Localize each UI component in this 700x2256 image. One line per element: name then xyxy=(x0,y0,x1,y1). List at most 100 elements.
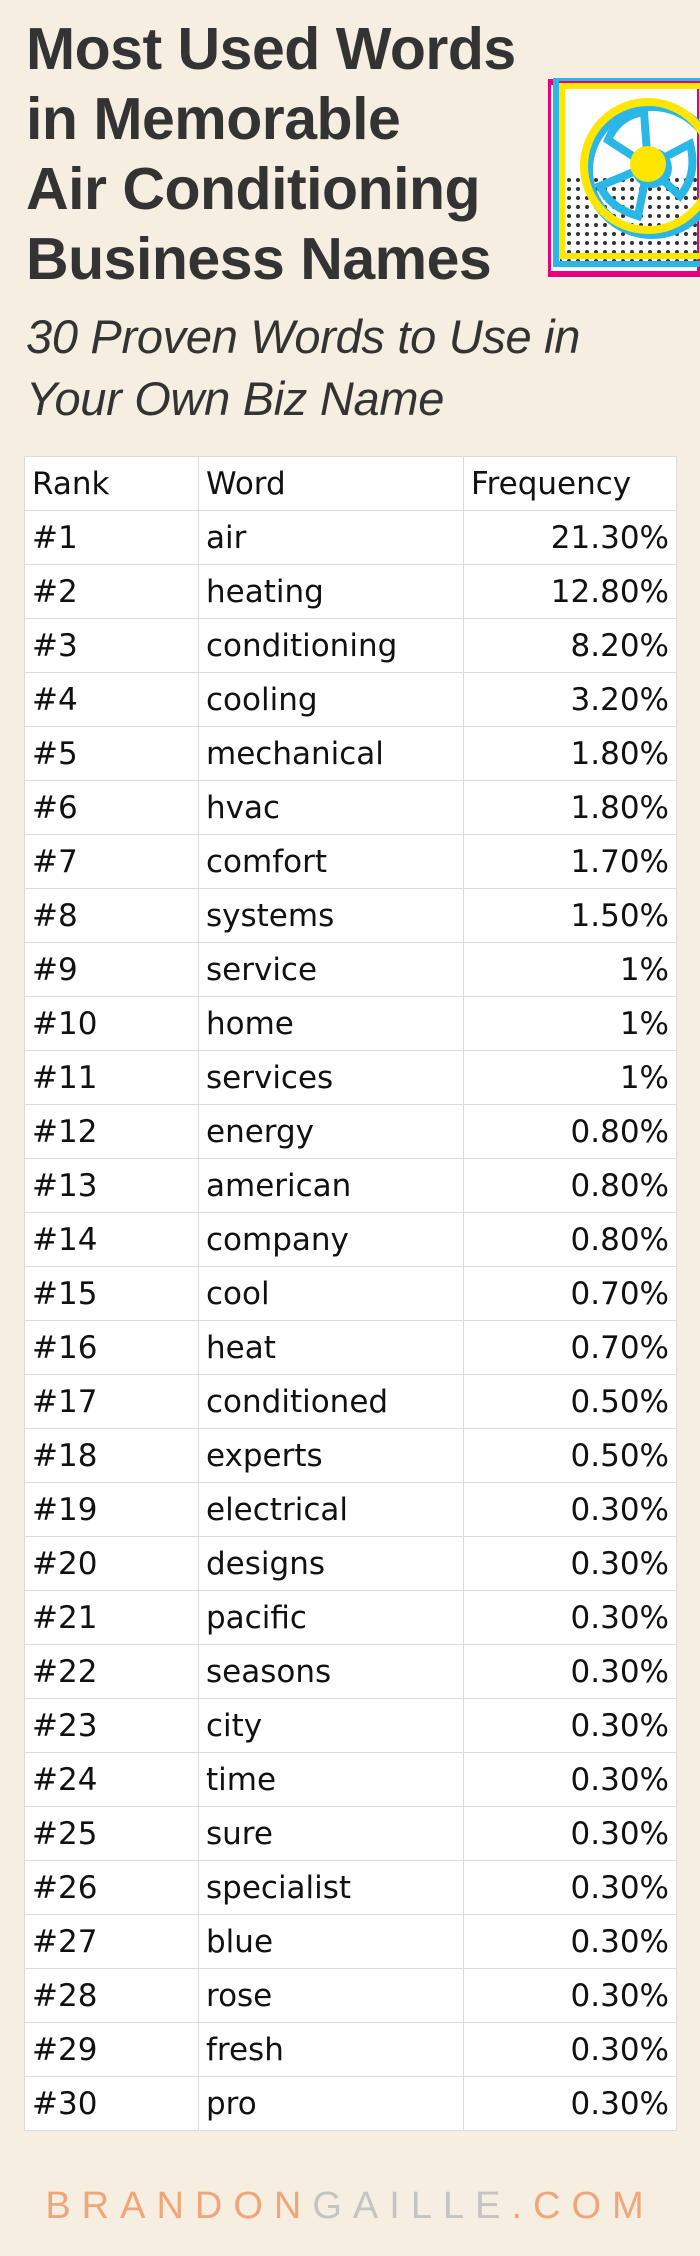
cell-word: specialist xyxy=(198,1860,464,1915)
cell-word: conditioned xyxy=(198,1374,464,1429)
cell-frequency: 0.50% xyxy=(463,1428,677,1483)
cell-frequency: 1% xyxy=(463,1050,677,1105)
cell-frequency: 0.80% xyxy=(463,1212,677,1267)
cell-rank: #20 xyxy=(24,1536,199,1591)
cell-rank: #19 xyxy=(24,1482,199,1537)
cell-frequency: 0.80% xyxy=(463,1158,677,1213)
table-row: #21 pacific 0.30% xyxy=(24,1590,677,1645)
word-frequency-table: Rank Word Frequency #1 air 21.30% #2 heating… xyxy=(24,456,677,2131)
column-header-frequency: Frequency xyxy=(463,456,677,511)
brand-part-2: GAILLE xyxy=(312,2185,512,2227)
table-row: #28 rose 0.30% xyxy=(24,1968,677,2023)
cell-frequency: 0.30% xyxy=(463,2022,677,2077)
cell-word: pro xyxy=(198,2076,464,2131)
title-line: in Memorable xyxy=(26,86,401,152)
cell-rank: #23 xyxy=(24,1698,199,1753)
table-header-row: Rank Word Frequency xyxy=(24,456,677,511)
brand-footer: BRANDONGAILLE.COM xyxy=(0,2185,700,2228)
cell-word: home xyxy=(198,996,464,1051)
cell-rank: #21 xyxy=(24,1590,199,1645)
cell-frequency: 1.80% xyxy=(463,780,677,835)
cell-word: city xyxy=(198,1698,464,1753)
cell-frequency: 1% xyxy=(463,942,677,997)
cell-rank: #27 xyxy=(24,1914,199,1969)
table-row: #14 company 0.80% xyxy=(24,1212,677,1267)
cell-word: experts xyxy=(198,1428,464,1483)
cell-frequency: 0.70% xyxy=(463,1266,677,1321)
cell-rank: #10 xyxy=(24,996,199,1051)
cell-rank: #25 xyxy=(24,1806,199,1861)
cell-word: fresh xyxy=(198,2022,464,2077)
cell-frequency: 0.30% xyxy=(463,1698,677,1753)
table-row: #22 seasons 0.30% xyxy=(24,1644,677,1699)
subtitle-line: Your Own Biz Name xyxy=(26,372,445,425)
page-subtitle: 30 Proven Words to Use in Your Own Biz N… xyxy=(26,306,686,430)
cell-frequency: 1.70% xyxy=(463,834,677,889)
cell-word: service xyxy=(198,942,464,997)
cell-word: seasons xyxy=(198,1644,464,1699)
cell-word: heating xyxy=(198,564,464,619)
cell-rank: #6 xyxy=(24,780,199,835)
cell-rank: #12 xyxy=(24,1104,199,1159)
cell-word: designs xyxy=(198,1536,464,1591)
table-row: #13 american 0.80% xyxy=(24,1158,677,1213)
cell-rank: #7 xyxy=(24,834,199,889)
cell-rank: #2 xyxy=(24,564,199,619)
cell-word: conditioning xyxy=(198,618,464,673)
cell-frequency: 0.30% xyxy=(463,1590,677,1645)
air-conditioner-fan-icon xyxy=(548,78,700,278)
brand-part-3: .COM xyxy=(511,2185,655,2227)
table-row: #17 conditioned 0.50% xyxy=(24,1374,677,1429)
table-row: #6 hvac 1.80% xyxy=(24,780,677,835)
cell-word: energy xyxy=(198,1104,464,1159)
cell-frequency: 0.80% xyxy=(463,1104,677,1159)
table-body: #1 air 21.30% #2 heating 12.80% #3 conditioning… xyxy=(24,510,677,2131)
cell-frequency: 1.80% xyxy=(463,726,677,781)
table-row: #24 time 0.30% xyxy=(24,1752,677,1807)
cell-rank: #15 xyxy=(24,1266,199,1321)
cell-word: blue xyxy=(198,1914,464,1969)
table-row: #18 experts 0.50% xyxy=(24,1428,677,1483)
title-line: Air Conditioning xyxy=(26,156,481,222)
cell-frequency: 0.30% xyxy=(463,1968,677,2023)
page-title: Most Used Words in Memorable Air Conditi… xyxy=(26,14,566,294)
subtitle-line: 30 Proven Words to Use in xyxy=(26,310,581,363)
cell-rank: #14 xyxy=(24,1212,199,1267)
cell-rank: #3 xyxy=(24,618,199,673)
cell-rank: #5 xyxy=(24,726,199,781)
cell-rank: #28 xyxy=(24,1968,199,2023)
cell-rank: #4 xyxy=(24,672,199,727)
cell-frequency: 0.30% xyxy=(463,1806,677,1861)
cell-word: comfort xyxy=(198,834,464,889)
cell-frequency: 0.30% xyxy=(463,1644,677,1699)
cell-rank: #9 xyxy=(24,942,199,997)
title-line: Business Names xyxy=(26,226,492,292)
cell-frequency: 0.30% xyxy=(463,1536,677,1591)
cell-frequency: 0.50% xyxy=(463,1374,677,1429)
cell-word: cool xyxy=(198,1266,464,1321)
cell-word: hvac xyxy=(198,780,464,835)
table-row: #5 mechanical 1.80% xyxy=(24,726,677,781)
cell-word: heat xyxy=(198,1320,464,1375)
cell-frequency: 0.30% xyxy=(463,1860,677,1915)
cell-word: cooling xyxy=(198,672,464,727)
table-row: #4 cooling 3.20% xyxy=(24,672,677,727)
cell-word: pacific xyxy=(198,1590,464,1645)
table-row: #25 sure 0.30% xyxy=(24,1806,677,1861)
cell-word: time xyxy=(198,1752,464,1807)
cell-word: sure xyxy=(198,1806,464,1861)
table-row: #19 electrical 0.30% xyxy=(24,1482,677,1537)
cell-word: systems xyxy=(198,888,464,943)
cell-rank: #18 xyxy=(24,1428,199,1483)
cell-word: air xyxy=(198,510,464,565)
cell-word: rose xyxy=(198,1968,464,2023)
cell-frequency: 0.30% xyxy=(463,1482,677,1537)
cell-frequency: 8.20% xyxy=(463,618,677,673)
cell-frequency: 1% xyxy=(463,996,677,1051)
column-header-rank: Rank xyxy=(24,456,199,511)
cell-rank: #11 xyxy=(24,1050,199,1105)
table-row: #3 conditioning 8.20% xyxy=(24,618,677,673)
cell-word: mechanical xyxy=(198,726,464,781)
table-row: #9 service 1% xyxy=(24,942,677,997)
table-row: #27 blue 0.30% xyxy=(24,1914,677,1969)
